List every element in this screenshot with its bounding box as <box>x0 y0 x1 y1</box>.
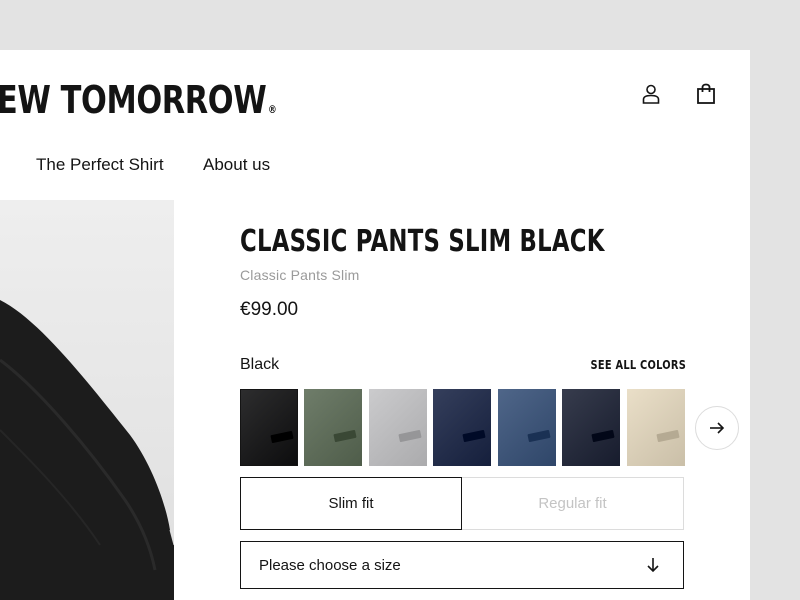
size-select-placeholder: Please choose a size <box>259 556 401 574</box>
color-swatch[interactable] <box>627 389 685 466</box>
selected-color-label: Black <box>240 356 280 373</box>
color-swatch[interactable] <box>433 389 491 466</box>
color-swatches <box>240 389 685 466</box>
see-all-colors-link[interactable]: SEE ALL COLORS <box>591 358 686 372</box>
slim-fit-option[interactable]: Slim fit <box>240 477 462 530</box>
brand-logo-text: EW TOMORROW <box>0 78 267 122</box>
nav-item-partial[interactable]: s <box>0 154 1 176</box>
product-title: CLASSIC PANTS SLIM BLACK <box>240 224 605 259</box>
product-page: EW TOMORROW® s The Perfect Shirt About u… <box>0 50 750 600</box>
brand-logo[interactable]: EW TOMORROW ® <box>0 78 277 132</box>
account-icon[interactable] <box>639 82 663 106</box>
next-swatches-button[interactable] <box>695 406 739 450</box>
size-select[interactable]: Please choose a size <box>240 541 684 589</box>
product-price: €99.00 <box>240 299 299 320</box>
color-swatch[interactable] <box>562 389 620 466</box>
shopping-bag-icon[interactable] <box>694 82 718 106</box>
arrow-right-icon <box>710 422 725 434</box>
nav-item-the-perfect-shirt[interactable]: The Perfect Shirt <box>36 154 164 176</box>
color-swatch[interactable] <box>304 389 362 466</box>
product-image <box>0 200 174 600</box>
color-swatch[interactable] <box>369 389 427 466</box>
arrow-down-icon <box>647 558 659 573</box>
nav-item-about-us[interactable]: About us <box>203 154 270 176</box>
regular-fit-option[interactable]: Regular fit <box>462 477 684 530</box>
product-subtitle: Classic Pants Slim <box>240 267 360 283</box>
registered-mark: ® <box>267 103 277 116</box>
color-swatch[interactable] <box>240 389 298 466</box>
color-swatch[interactable] <box>498 389 556 466</box>
